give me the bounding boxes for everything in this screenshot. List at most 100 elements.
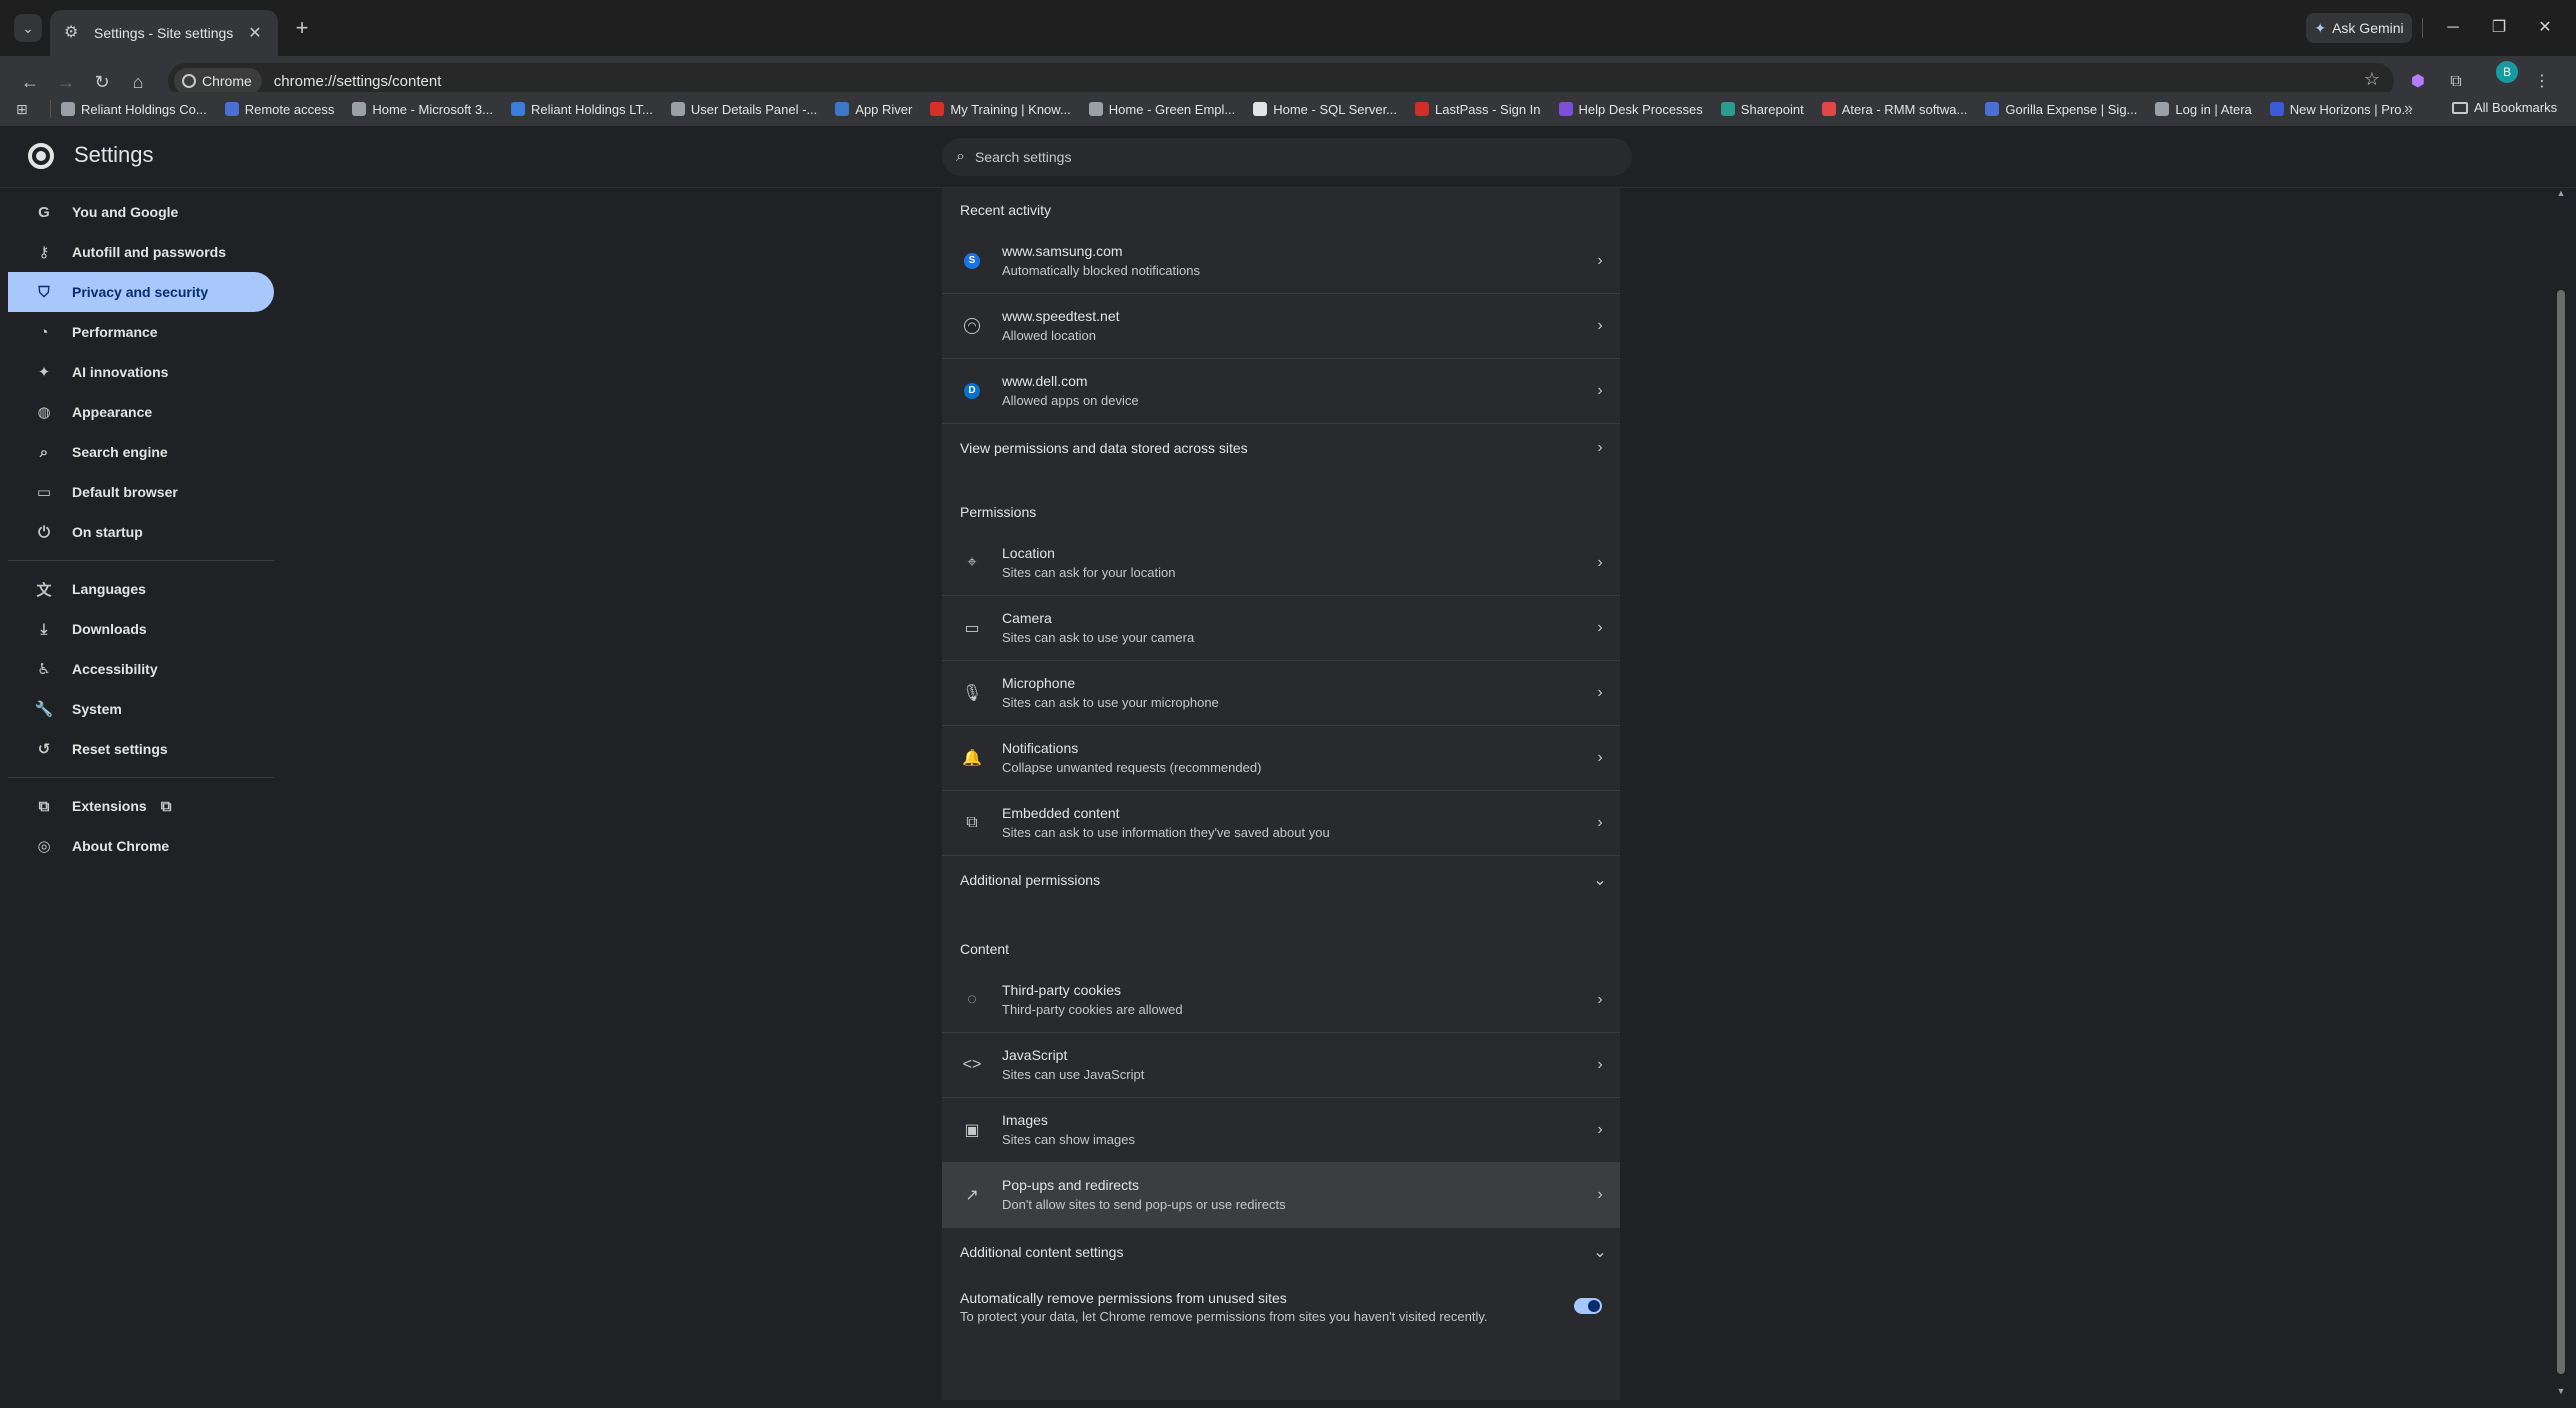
- auto-remove-toggle[interactable]: [1574, 1298, 1602, 1314]
- ask-gemini-button[interactable]: ✦ Ask Gemini: [2306, 13, 2412, 43]
- content-row[interactable]: ↗ Pop-ups and redirects Don't allow sites …: [942, 1162, 1620, 1227]
- bookmark-favicon-icon: [2269, 102, 2284, 116]
- bookmark-label: LastPass - Sign In: [1435, 101, 1541, 117]
- bookmark-label: Help Desk Processes: [1578, 101, 1703, 117]
- close-icon[interactable]: ✕: [246, 23, 264, 43]
- image-icon: ▣: [964, 1122, 980, 1139]
- sidebar-item-reset-settings[interactable]: ↺ Reset settings: [8, 729, 274, 769]
- sidebar-item-ai-innovations[interactable]: ✦ AI innovations: [8, 352, 274, 392]
- scroll-down-icon[interactable]: ▼: [2554, 1386, 2568, 1396]
- scroll-thumb[interactable]: [2557, 290, 2565, 1374]
- bookmark-item[interactable]: App River: [835, 102, 912, 117]
- search-input[interactable]: [974, 149, 1575, 165]
- scrollbar[interactable]: ▲ ▼: [2554, 188, 2568, 1400]
- permission-row[interactable]: ▭ Camera Sites can ask to use your camera ›: [942, 595, 1620, 660]
- settings-search[interactable]: ⌕: [942, 138, 1632, 176]
- sidebar-item-about-chrome[interactable]: ◎ About Chrome: [8, 826, 274, 866]
- scroll-up-icon[interactable]: ▲: [2554, 188, 2568, 198]
- recent-site-row[interactable]: ◠ www.speedtest.net Allowed location ›: [942, 293, 1620, 358]
- sidebar-item-you-and-google[interactable]: G You and Google: [8, 192, 274, 232]
- bookmark-star-icon[interactable]: ☆: [2364, 69, 2380, 90]
- profile-avatar[interactable]: B: [2496, 61, 2518, 83]
- row-icon-wrap: ⧉: [942, 814, 1002, 832]
- sidebar-item-extensions[interactable]: ⧉ Extensions ⧉: [8, 786, 274, 826]
- sidebar-item-default-browser[interactable]: ▭ Default browser: [8, 472, 274, 512]
- window-close-button[interactable]: ✕: [2530, 14, 2560, 42]
- additional-content-expander[interactable]: Additional content settings ⌄: [942, 1227, 1620, 1275]
- content-row[interactable]: ▣ Images Sites can show images ›: [942, 1097, 1620, 1162]
- bookmark-item[interactable]: LastPass - Sign In: [1415, 102, 1541, 117]
- bookmark-favicon-icon: [1253, 102, 1268, 116]
- bookmark-item[interactable]: Reliant Holdings Co...: [61, 102, 207, 117]
- row-icon-wrap: ◌: [942, 991, 1002, 1009]
- content-row[interactable]: ◌ Third-party cookies Third-party cookies …: [942, 967, 1620, 1032]
- permission-row[interactable]: ⌖ Location Sites can ask for your location…: [942, 530, 1620, 595]
- translate-icon: 文: [36, 581, 52, 599]
- active-tab[interactable]: ⚙ Settings - Site settings ✕: [50, 10, 278, 56]
- bookmark-label: Home - Microsoft 3...: [372, 101, 493, 117]
- content-heading: Content: [960, 941, 1010, 957]
- sidebar-item-label: Performance: [72, 324, 158, 340]
- bookmark-label: My Training | Know...: [950, 101, 1071, 117]
- url-text[interactable]: chrome://settings/content: [274, 73, 442, 90]
- bookmarks-overflow-icon[interactable]: »: [2404, 100, 2413, 118]
- code-icon: <>: [962, 1056, 982, 1073]
- sidebar-item-search-engine[interactable]: ⌕ Search engine: [8, 432, 274, 472]
- view-all-permissions-link[interactable]: View permissions and data stored across …: [942, 423, 1620, 471]
- chrome-chip[interactable]: Chrome: [174, 68, 262, 94]
- content-row[interactable]: <> JavaScript Sites can use JavaScript ›: [942, 1032, 1620, 1097]
- chrome-logo-icon: [28, 143, 54, 169]
- new-tab-button[interactable]: +: [288, 14, 316, 42]
- all-bookmarks-button[interactable]: All Bookmarks: [2452, 100, 2557, 115]
- apps-grid-icon[interactable]: ⊞: [16, 101, 38, 118]
- site-settings-card: Recent activity Permissions Content Auto…: [942, 188, 1620, 1400]
- bookmark-item[interactable]: New Horizons | Pro...: [2269, 102, 2412, 117]
- row-text: www.speedtest.net Allowed location: [1002, 306, 1580, 346]
- bookmark-item[interactable]: Home - SQL Server...: [1253, 102, 1397, 117]
- permission-row[interactable]: 🔔 Notifications Collapse unwanted requests…: [942, 725, 1620, 790]
- row-icon-wrap: ⌖: [942, 554, 1002, 572]
- power-icon: ⏻: [38, 523, 50, 541]
- bookmark-item[interactable]: Reliant Holdings LT...: [510, 102, 653, 117]
- recent-site-row[interactable]: Swww.samsung.com Automatically blocked no…: [942, 228, 1620, 293]
- additional-permissions-expander[interactable]: Additional permissions ⌄: [942, 855, 1620, 903]
- sidebar-item-privacy-and-security[interactable]: ⛉ Privacy and security: [8, 272, 274, 312]
- permission-row[interactable]: ⧉ Embedded content Sites can ask to use in…: [942, 790, 1620, 855]
- bookmark-favicon-icon: [1985, 102, 2000, 116]
- bookmark-item[interactable]: Remote access: [224, 102, 334, 117]
- key-icon: ⚷: [38, 244, 50, 261]
- bookmark-item[interactable]: User Details Panel -...: [670, 102, 817, 117]
- puzzle-icon: ⧉: [38, 797, 50, 815]
- minimize-button[interactable]: ─: [2438, 14, 2468, 42]
- row-subtitle: Automatically blocked notifications: [1002, 262, 1200, 278]
- gear-icon: ⚙: [64, 24, 79, 41]
- recent-site-row[interactable]: Dwww.dell.com Allowed apps on device ›: [942, 358, 1620, 423]
- tab-search-button[interactable]: ⌄: [14, 14, 42, 42]
- bookmark-label: Sharepoint: [1740, 101, 1804, 117]
- sidebar-item-system[interactable]: 🔧 System: [8, 689, 274, 729]
- restore-button[interactable]: ❐: [2484, 14, 2514, 42]
- row-title: www.speedtest.net: [1002, 308, 1120, 324]
- bookmark-item[interactable]: Sharepoint: [1720, 101, 1804, 117]
- bookmark-item[interactable]: Atera - RMM softwa...: [1821, 102, 1967, 117]
- google-icon: G: [38, 203, 50, 221]
- bookmark-item[interactable]: Log in | Atera: [2155, 102, 2252, 117]
- row-subtitle: Allowed location: [1002, 328, 1096, 343]
- bookmark-item[interactable]: Home - Microsoft 3...: [352, 102, 493, 117]
- sidebar-item-performance[interactable]: ◔ Performance: [8, 312, 274, 352]
- palette-icon: ◍: [37, 404, 51, 421]
- gemini-sparkle-icon: ✦: [2314, 19, 2327, 36]
- permission-row[interactable]: 🎙 Microphone Sites can ask to use your mic…: [942, 660, 1620, 725]
- bookmark-item[interactable]: My Training | Know...: [930, 101, 1071, 117]
- bookmark-item[interactable]: Help Desk Processes: [1558, 101, 1703, 117]
- bookmark-item[interactable]: Home - Green Empl...: [1088, 102, 1235, 117]
- sidebar-item-accessibility[interactable]: ♿ Accessibility: [8, 649, 274, 689]
- sidebar-item-appearance[interactable]: ◍ Appearance: [8, 392, 274, 432]
- row-text: Images Sites can show images: [1002, 1110, 1580, 1150]
- sidebar-item-on-startup[interactable]: ⏻ On startup: [8, 512, 274, 552]
- sidebar-item-downloads[interactable]: ⤓ Downloads: [8, 609, 274, 649]
- bookmark-item[interactable]: Gorilla Expense | Sig...: [1985, 102, 2137, 117]
- site-favicon-icon: D: [964, 383, 980, 399]
- sidebar-item-autofill-and-passwords[interactable]: ⚷ Autofill and passwords: [8, 232, 274, 272]
- sidebar-item-languages[interactable]: 文 Languages: [8, 569, 274, 609]
